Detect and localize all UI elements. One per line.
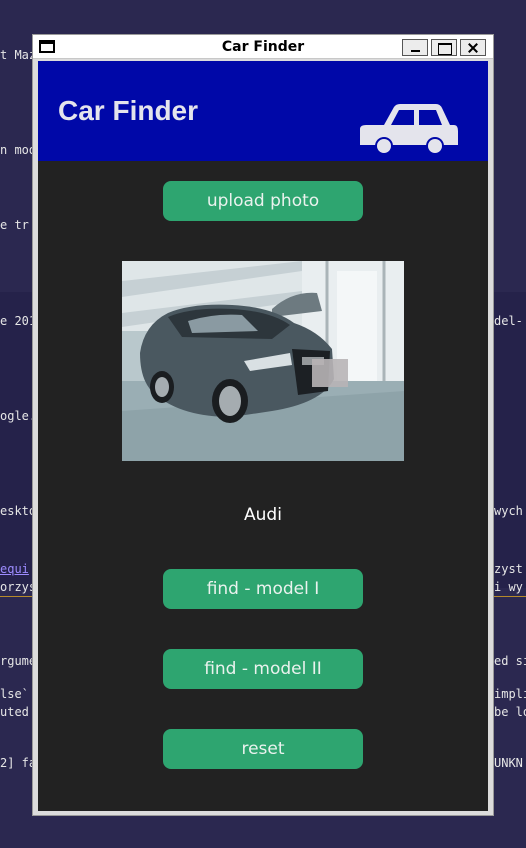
terminal-line: ed si [494,654,526,668]
terminal-line: n mod [0,143,37,157]
upload-photo-button[interactable]: upload photo [163,181,363,221]
terminal-line: zyst [494,562,523,576]
app-title: Car Finder [58,95,199,126]
terminal-line: e tr [0,218,29,232]
find-model-1-button[interactable]: find - model I [163,569,363,609]
terminal-line: wych [494,504,523,518]
minimize-button[interactable] [402,39,428,56]
terminal-line: t Maz [0,48,37,62]
find-model-2-button[interactable]: find - model II [163,649,363,689]
terminal-line: be lo [494,705,526,719]
maximize-button[interactable] [431,39,457,56]
terminal-line: impli [494,687,526,701]
app-window: Car Finder Car Finder upload photo Audi … [32,34,494,816]
terminal-line: del- [494,314,523,328]
car-photo [122,261,404,461]
terminal-line: 2] fa [0,756,37,770]
terminal-line: lse` [0,687,29,701]
prediction-result: Audi [244,505,282,525]
window-titlebar[interactable]: Car Finder [33,35,493,59]
terminal-line: e 201 [0,314,37,328]
app-header: Car Finder [38,61,488,161]
app-content: Car Finder upload photo Audi find - mode… [38,61,488,811]
terminal-line: orzys [0,580,37,594]
terminal-line: ogle. [0,409,37,423]
terminal-line: rgume [0,654,37,668]
terminal-line: eskto [0,504,37,518]
close-button[interactable] [460,39,486,56]
car-icon [360,104,458,155]
terminal-line: UNKN [494,756,523,770]
terminal-line: i wy [494,580,523,594]
terminal-link[interactable]: equi [0,562,29,576]
reset-button[interactable]: reset [163,729,363,769]
terminal-line: uted [0,705,29,719]
